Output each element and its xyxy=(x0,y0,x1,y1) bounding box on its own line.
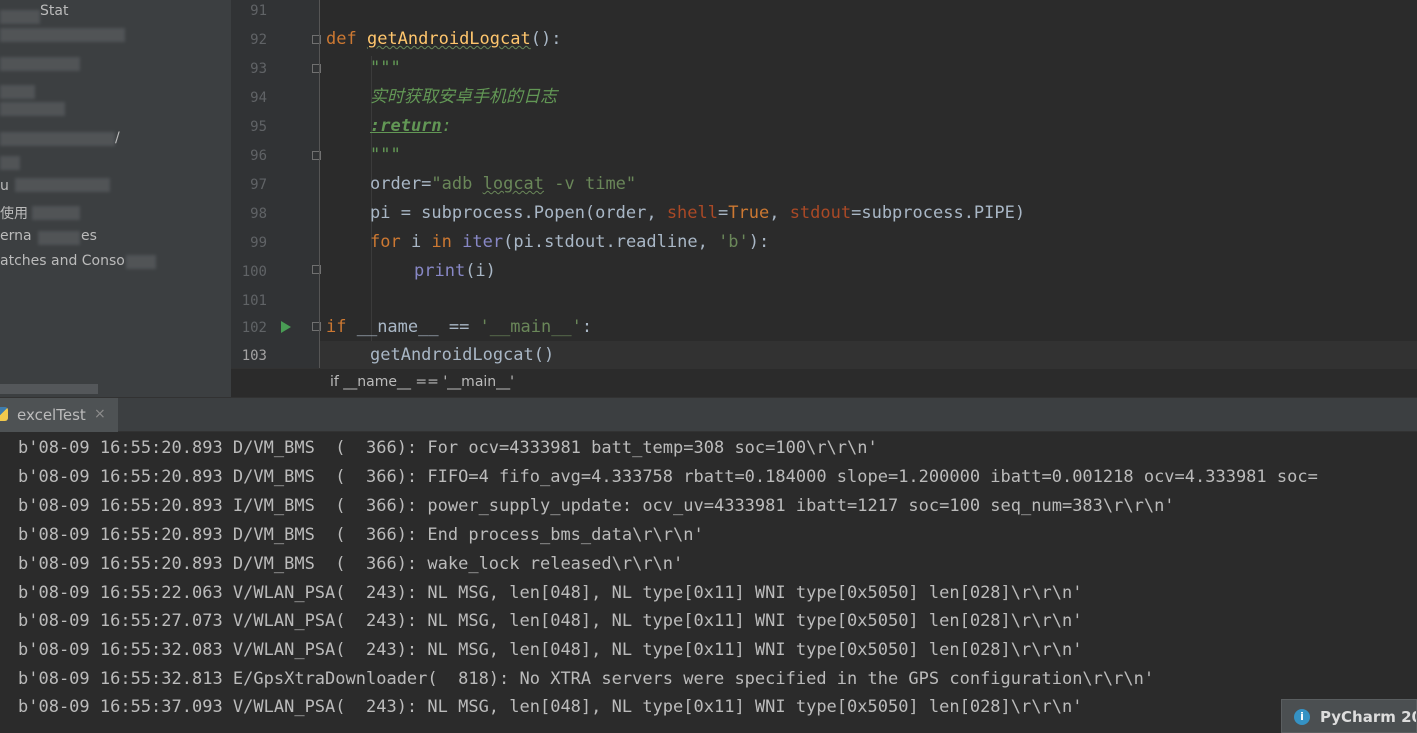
editor-breadcrumb: if __name__ == '__main__' xyxy=(231,368,1417,397)
python-icon xyxy=(0,407,8,421)
console-line: b'08-09 16:55:20.893 D/VM_BMS ( 366): wa… xyxy=(18,554,684,574)
obscured-region xyxy=(0,156,20,170)
line-number: 100 xyxy=(241,264,267,280)
obscured-region xyxy=(0,102,65,116)
code-token: pi = subprocess.Popen(order, xyxy=(370,203,667,223)
notification-text: PyCharm 201 xyxy=(1320,708,1416,726)
obscured-region xyxy=(38,231,80,245)
builtin-iter: iter xyxy=(462,232,504,252)
code-line-95: :return: xyxy=(370,112,452,141)
code-token: =subprocess.PIPE) xyxy=(851,203,1026,223)
obscured-region xyxy=(15,178,110,192)
builtin-print: print xyxy=(414,261,466,281)
code-token: order= xyxy=(370,174,432,194)
line-number: 92 xyxy=(250,32,267,48)
keyword-for: for xyxy=(370,232,401,252)
code-token: : xyxy=(441,116,452,136)
code-line-97: order="adb logcat -v time" xyxy=(370,170,636,199)
console-line: b'08-09 16:55:22.063 V/WLAN_PSA( 243): N… xyxy=(18,583,1083,603)
sidebar-item[interactable]: u xyxy=(0,178,9,194)
code-token: (pi.stdout.readline, xyxy=(503,232,719,252)
code-token: : xyxy=(581,317,593,337)
code-token: ): xyxy=(748,232,770,252)
notification-balloon[interactable]: i PyCharm 201 xyxy=(1281,699,1417,733)
code-line-103: getAndroidLogcat() xyxy=(370,345,555,365)
console-line: b'08-09 16:55:20.893 D/VM_BMS ( 366): Fo… xyxy=(18,438,878,458)
obscured-region xyxy=(0,132,115,146)
run-gutter-icon[interactable] xyxy=(281,321,291,333)
sidebar-scrollbar[interactable] xyxy=(0,384,98,394)
keyword-argument: shell xyxy=(666,203,718,223)
string-literal: logcat xyxy=(482,174,545,194)
string-literal: -v time" xyxy=(544,174,637,194)
code-line-92: def getAndroidLogcat(): xyxy=(326,25,561,54)
line-number: 91 xyxy=(250,3,267,19)
keyword-true: True xyxy=(728,203,770,223)
keyword-if: if xyxy=(326,317,347,337)
line-number: 102 xyxy=(241,320,267,336)
code-token: , xyxy=(769,203,790,223)
string-literal: "adb xyxy=(431,174,483,194)
string-literal: 'b' xyxy=(718,232,749,252)
docstring-tag: :return xyxy=(370,116,442,136)
console-line: b'08-09 16:55:32.813 E/GpsXtraDownloader… xyxy=(18,669,1155,689)
console-line: b'08-09 16:55:20.893 D/VM_BMS ( 366): En… xyxy=(18,525,704,545)
obscured-region xyxy=(0,57,80,71)
obscured-region xyxy=(0,10,40,24)
code-line-102: if __name__ == '__main__': xyxy=(326,313,592,342)
editor-gutter: 91 92 93 94 95 96 97 98 99 100 101 102 1… xyxy=(231,0,321,368)
line-number: 95 xyxy=(250,119,267,135)
sidebar-item[interactable]: erna xyxy=(0,228,32,244)
line-number: 101 xyxy=(241,293,267,309)
code-line-93: """ xyxy=(370,58,401,78)
sidebar-item[interactable]: / xyxy=(115,130,120,146)
string-literal: '__main__' xyxy=(479,317,582,337)
code-editor[interactable]: 91 92 93 94 95 96 97 98 99 100 101 102 1… xyxy=(231,0,1417,368)
console-line: b'08-09 16:55:32.083 V/WLAN_PSA( 243): N… xyxy=(18,640,1083,660)
line-number: 96 xyxy=(250,148,267,164)
obscured-region xyxy=(126,255,156,269)
code-token: (): xyxy=(530,29,562,49)
obscured-region xyxy=(32,206,80,220)
project-sidebar: Stat / u 使用 erna es atches and Conso xyxy=(0,0,231,397)
console-line: b'08-09 16:55:27.073 V/WLAN_PSA( 243): N… xyxy=(18,611,1083,631)
info-icon: i xyxy=(1294,709,1310,725)
line-number: 97 xyxy=(250,177,267,193)
console-line: b'08-09 16:55:20.893 I/VM_BMS ( 366): po… xyxy=(18,496,1175,516)
function-name: getAndroidLogcat xyxy=(366,29,531,49)
keyword-def: def xyxy=(326,29,367,49)
run-tab-exceltest[interactable]: excelTest × xyxy=(0,398,118,432)
console-line: b'08-09 16:55:37.093 V/WLAN_PSA( 243): N… xyxy=(18,697,1083,717)
breadcrumb-item[interactable]: if __name__ == '__main__' xyxy=(330,374,514,390)
close-icon[interactable]: × xyxy=(94,406,106,422)
run-tool-window-tabs: excelTest × xyxy=(0,397,1417,432)
code-token: = xyxy=(718,203,729,223)
code-line-100: print(i) xyxy=(414,257,496,286)
line-number: 98 xyxy=(250,206,267,222)
code-line-99: for i in iter(pi.stdout.readline, 'b'): xyxy=(370,228,769,257)
run-console-output[interactable]: b'08-09 16:55:20.893 D/VM_BMS ( 366): Fo… xyxy=(0,432,1417,733)
gutter-divider xyxy=(319,0,320,368)
code-token: i xyxy=(400,232,432,252)
sidebar-item[interactable]: 使用 xyxy=(0,203,28,223)
line-number: 93 xyxy=(250,61,267,77)
sidebar-item[interactable]: es xyxy=(81,228,97,244)
code-line-96: """ xyxy=(370,145,401,165)
sidebar-item[interactable]: Stat xyxy=(40,3,68,19)
obscured-region xyxy=(0,28,125,42)
line-number: 99 xyxy=(250,235,267,251)
line-number-current: 103 xyxy=(241,348,267,364)
obscured-region xyxy=(0,85,35,99)
code-token: __name__ == xyxy=(346,317,480,337)
code-token: (i) xyxy=(465,261,496,281)
keyword-in: in xyxy=(431,232,452,252)
run-tab-label: excelTest xyxy=(17,406,86,424)
sidebar-item[interactable]: atches and Conso xyxy=(0,253,125,269)
code-line-98: pi = subprocess.Popen(order, shell=True,… xyxy=(370,199,1025,228)
keyword-argument: stdout xyxy=(789,203,852,223)
line-number: 94 xyxy=(250,90,267,106)
code-line-94: 实时获取安卓手机的日志 xyxy=(370,87,557,107)
console-line: b'08-09 16:55:20.893 D/VM_BMS ( 366): FI… xyxy=(18,467,1318,487)
